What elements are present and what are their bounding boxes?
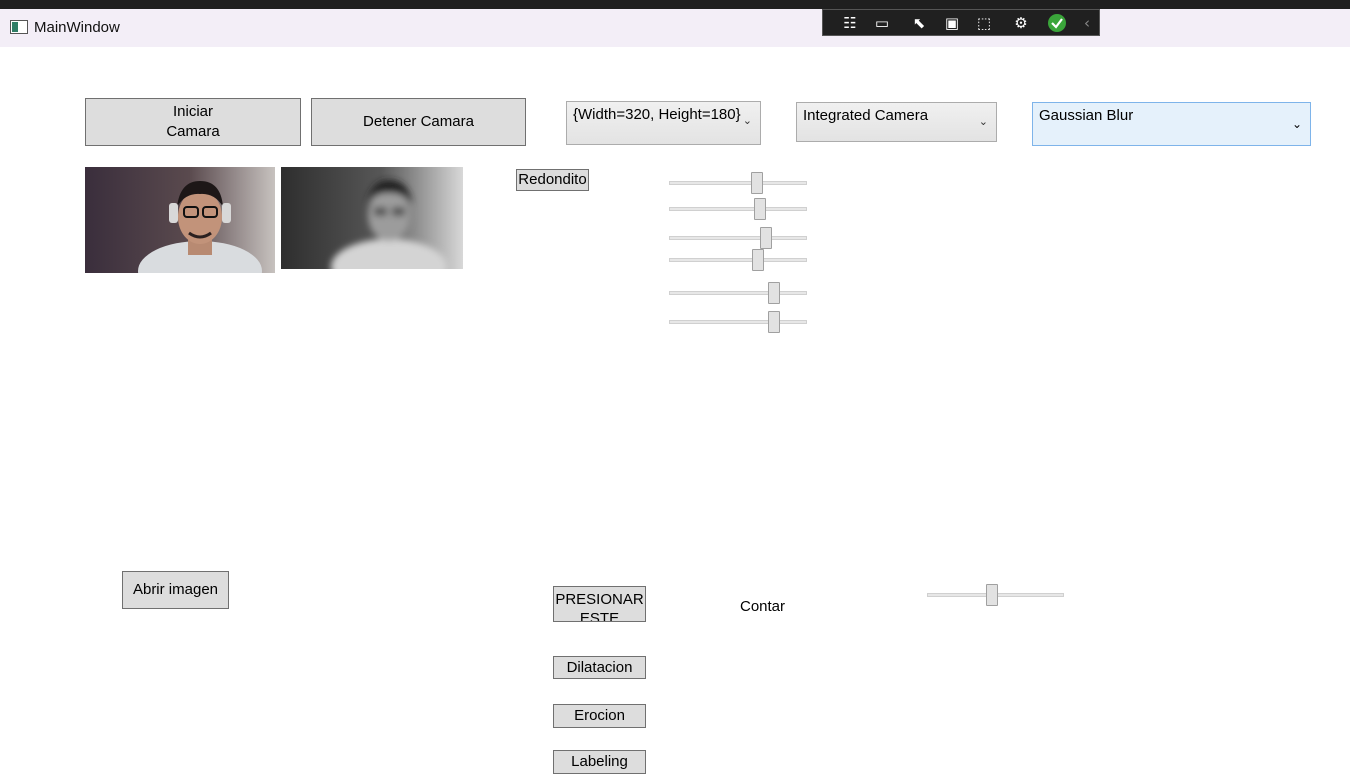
slider-5-track[interactable]: [669, 291, 807, 295]
select-element-icon[interactable]: ⬉: [909, 13, 929, 33]
collapse-toolbar-icon[interactable]: ‹: [1077, 13, 1097, 33]
camera-icon[interactable]: ▭: [872, 13, 892, 33]
chevron-down-icon: ⌄: [978, 115, 988, 128]
webcam-original-image: [85, 167, 275, 273]
slider-6-thumb[interactable]: [768, 311, 780, 333]
hot-reload-ok-icon: [1047, 13, 1067, 33]
slider-1-track[interactable]: [669, 181, 807, 185]
slider-3-track[interactable]: [669, 236, 807, 240]
slider-4-thumb[interactable]: [752, 249, 764, 271]
filter-selected-value: Gaussian Blur: [1039, 107, 1134, 124]
display-layout-adorners-icon[interactable]: ▣: [942, 13, 962, 33]
resolution-selected-value: {Width=320, Height=180}: [573, 106, 741, 123]
redondito-button[interactable]: Redondito: [516, 169, 589, 191]
stop-camera-button[interactable]: Detener Camara: [311, 98, 526, 146]
start-camera-button[interactable]: Iniciar Camara: [85, 98, 301, 146]
app-window-icon: [10, 20, 28, 34]
slider-2-thumb[interactable]: [754, 198, 766, 220]
count-label: Contar: [740, 598, 786, 615]
ide-background-strip: [0, 0, 1350, 9]
camera-combobox[interactable]: Integrated Camera ⌄: [796, 102, 997, 142]
resolution-combobox[interactable]: {Width=320, Height=180} ⌄: [566, 101, 761, 145]
labeling-button[interactable]: Labeling: [553, 750, 646, 774]
chevron-down-icon: ⌄: [1291, 117, 1302, 131]
erosion-button[interactable]: Erocion: [553, 704, 646, 728]
window-title: MainWindow: [34, 19, 120, 36]
slider-7-thumb[interactable]: [986, 584, 998, 606]
camera-selected-value: Integrated Camera: [803, 107, 929, 124]
slider-5-thumb[interactable]: [768, 282, 780, 304]
slider-1-thumb[interactable]: [751, 172, 763, 194]
chevron-down-icon: ⌄: [742, 114, 752, 127]
open-image-button[interactable]: Abrir imagen: [122, 571, 229, 609]
slider-2-track[interactable]: [669, 207, 807, 211]
slider-3-thumb[interactable]: [760, 227, 772, 249]
track-focus-icon[interactable]: ⬚: [974, 13, 994, 33]
filter-combobox[interactable]: Gaussian Blur ⌄: [1032, 102, 1311, 146]
webcam-blurred-grayscale-image: [281, 167, 463, 269]
press-this-button[interactable]: PRESIONAR ESTE: [553, 586, 646, 622]
title-bar: [0, 9, 1350, 47]
binding-failures-icon[interactable]: ⚙: [1011, 13, 1031, 33]
dilation-button[interactable]: Dilatacion: [553, 656, 646, 679]
slider-4-track[interactable]: [669, 258, 807, 262]
slider-6-track[interactable]: [669, 320, 807, 324]
live-visual-tree-icon[interactable]: ☷: [840, 13, 860, 33]
